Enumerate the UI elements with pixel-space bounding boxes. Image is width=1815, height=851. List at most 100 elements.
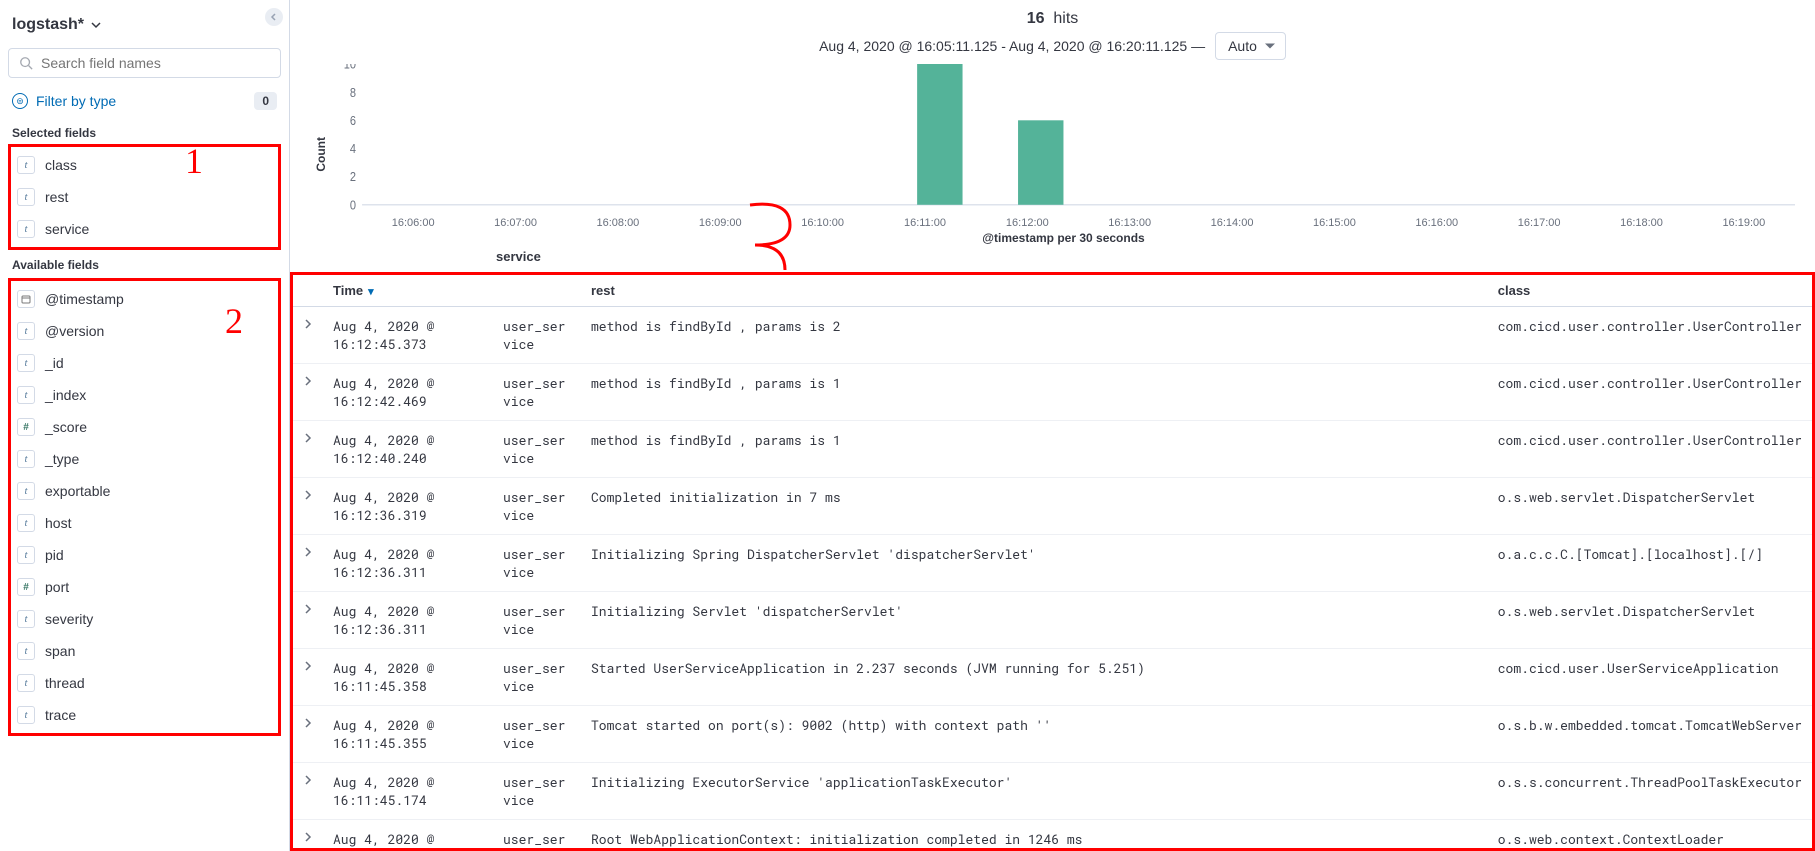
collapse-sidebar-button[interactable]	[265, 8, 283, 26]
table-row[interactable]: Aug 4, 2020 @ 16:12:42.469 user_service …	[293, 364, 1812, 421]
field-name: _score	[45, 419, 87, 435]
field-type-icon: t	[17, 610, 35, 628]
field-item-severity[interactable]: tseverity	[13, 603, 276, 635]
histogram-bar[interactable]	[1018, 120, 1063, 204]
xtick-label: 16:17:00	[1488, 217, 1590, 229]
expand-row-button[interactable]	[293, 763, 323, 820]
index-pattern-selector[interactable]: logstash*	[8, 8, 281, 42]
col-time[interactable]: Time ▾	[323, 275, 503, 307]
field-item--id[interactable]: t_id	[13, 347, 276, 379]
field-type-icon: #	[17, 418, 35, 436]
field-item-service[interactable]: tservice	[13, 213, 276, 245]
chevron-left-icon	[270, 13, 278, 21]
cell-service: user_service	[503, 421, 581, 478]
cell-rest: method is findById , params is 2	[581, 307, 1488, 364]
cell-class: o.s.b.w.embedded.tomcat.TomcatWebServer	[1488, 706, 1812, 763]
field-type-icon: t	[17, 156, 35, 174]
chevron-right-icon	[303, 319, 313, 329]
cell-rest: Started UserServiceApplication in 2.237 …	[581, 649, 1488, 706]
svg-text:0: 0	[350, 198, 356, 213]
table-row[interactable]: Aug 4, 2020 @ 16:12:45.373 user_service …	[293, 307, 1812, 364]
cell-rest: Initializing Servlet 'dispatcherServlet'	[581, 592, 1488, 649]
chart-svg[interactable]: 0246810	[332, 64, 1795, 214]
xtick-label: 16:10:00	[771, 217, 873, 229]
table-row[interactable]: Aug 4, 2020 @ 16:11:45.358 user_service …	[293, 649, 1812, 706]
table-row[interactable]: Aug 4, 2020 @ 16:12:36.319 user_service …	[293, 478, 1812, 535]
field-type-icon: t	[17, 514, 35, 532]
field-type-icon	[17, 290, 35, 308]
cell-service: user_service	[503, 364, 581, 421]
filter-label: Filter by type	[36, 93, 116, 109]
field-item-rest[interactable]: trest	[13, 181, 276, 213]
field-item--version[interactable]: t@version	[13, 315, 276, 347]
field-search-box[interactable]	[8, 48, 281, 78]
cell-time: Aug 4, 2020 @ 16:11:44.992	[323, 820, 503, 851]
cell-rest: Tomcat started on port(s): 9002 (http) w…	[581, 706, 1488, 763]
field-item-thread[interactable]: tthread	[13, 667, 276, 699]
field-item--index[interactable]: t_index	[13, 379, 276, 411]
expand-row-button[interactable]	[293, 649, 323, 706]
field-item-port[interactable]: #port	[13, 571, 276, 603]
field-item-exportable[interactable]: texportable	[13, 475, 276, 507]
table-row[interactable]: Aug 4, 2020 @ 16:12:36.311 user_service …	[293, 592, 1812, 649]
xtick-label: 16:06:00	[362, 217, 464, 229]
cell-service: user_service	[503, 706, 581, 763]
col-class[interactable]: class	[1488, 275, 1812, 307]
expand-row-button[interactable]	[293, 307, 323, 364]
col-service[interactable]	[503, 275, 581, 307]
chevron-right-icon	[303, 376, 313, 386]
field-item-class[interactable]: tclass	[13, 149, 276, 181]
expand-row-button[interactable]	[293, 820, 323, 851]
xtick-label: 16:09:00	[669, 217, 771, 229]
table-row[interactable]: Aug 4, 2020 @ 16:12:40.240 user_service …	[293, 421, 1812, 478]
chevron-right-icon	[303, 718, 313, 728]
interval-select[interactable]: Auto	[1215, 32, 1286, 60]
xtick-label: 16:08:00	[567, 217, 669, 229]
expand-row-button[interactable]	[293, 364, 323, 421]
histogram-bar[interactable]	[917, 64, 962, 205]
xtick-label: 16:11:00	[874, 217, 976, 229]
cell-time: Aug 4, 2020 @ 16:12:36.311	[323, 535, 503, 592]
field-name: @timestamp	[45, 291, 124, 307]
field-item--type[interactable]: t_type	[13, 443, 276, 475]
chevron-right-icon	[303, 490, 313, 500]
cell-time: Aug 4, 2020 @ 16:11:45.355	[323, 706, 503, 763]
field-item-span[interactable]: tspan	[13, 635, 276, 667]
field-name: _type	[45, 451, 79, 467]
table-row[interactable]: Aug 4, 2020 @ 16:11:45.355 user_service …	[293, 706, 1812, 763]
stray-column-header-top: service	[290, 245, 1815, 264]
table-row[interactable]: Aug 4, 2020 @ 16:11:45.174 user_service …	[293, 763, 1812, 820]
col-rest[interactable]: rest	[581, 275, 1488, 307]
discover-header: 16 hits Aug 4, 2020 @ 16:05:11.125 - Aug…	[290, 0, 1815, 60]
documents-table-wrap: Time ▾ rest class Aug 4, 2020 @ 16:12:45…	[290, 272, 1815, 851]
chevron-right-icon	[303, 661, 313, 671]
cell-time: Aug 4, 2020 @ 16:12:36.319	[323, 478, 503, 535]
field-item-trace[interactable]: ttrace	[13, 699, 276, 731]
field-type-icon: t	[17, 386, 35, 404]
field-item-host[interactable]: thost	[13, 507, 276, 539]
cell-rest: Initializing ExecutorService 'applicatio…	[581, 763, 1488, 820]
svg-text:10: 10	[344, 64, 357, 72]
sort-desc-icon: ▾	[365, 286, 374, 298]
hits-label: hits	[1053, 10, 1078, 27]
filter-by-type-button[interactable]: ⊜ Filter by type	[12, 93, 116, 109]
expand-row-button[interactable]	[293, 421, 323, 478]
field-search-input[interactable]	[41, 55, 270, 71]
expand-row-button[interactable]	[293, 535, 323, 592]
cell-class: o.s.web.context.ContextLoader	[1488, 820, 1812, 851]
available-fields-box: @timestampt@versiont_idt_index#_scoret_t…	[8, 278, 281, 736]
field-name: host	[45, 515, 71, 531]
field-item--timestamp[interactable]: @timestamp	[13, 283, 276, 315]
table-row[interactable]: Aug 4, 2020 @ 16:11:44.992 user_service …	[293, 820, 1812, 851]
expand-row-button[interactable]	[293, 706, 323, 763]
cell-service: user_service	[503, 535, 581, 592]
cell-service: user_service	[503, 820, 581, 851]
field-item--score[interactable]: # _score	[13, 411, 276, 443]
cell-class: o.s.s.concurrent.ThreadPoolTaskExecutor	[1488, 763, 1812, 820]
table-row[interactable]: Aug 4, 2020 @ 16:12:36.311 user_service …	[293, 535, 1812, 592]
field-item-pid[interactable]: tpid	[13, 539, 276, 571]
expand-row-button[interactable]	[293, 592, 323, 649]
expand-row-button[interactable]	[293, 478, 323, 535]
cell-rest: Initializing Spring DispatcherServlet 'd…	[581, 535, 1488, 592]
search-icon	[19, 56, 33, 70]
